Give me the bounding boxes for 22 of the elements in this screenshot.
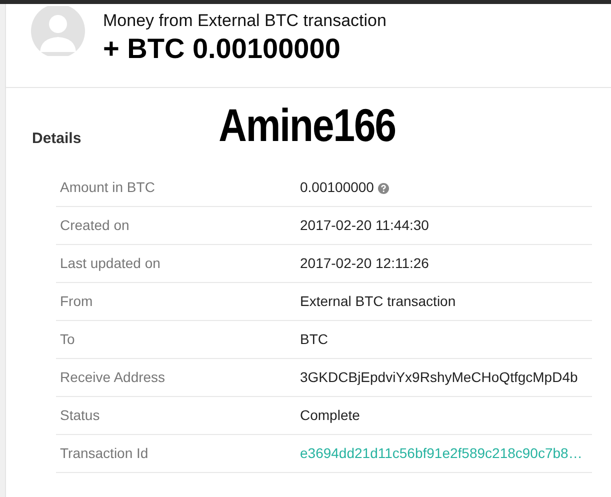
field-label: Amount in BTC	[59, 178, 156, 196]
field-label: From	[59, 292, 94, 310]
field-value: 3GKDCBjEpdviYx9RshyMeCHoQtfgcMpD4b	[300, 368, 578, 387]
field-label: To	[59, 330, 76, 348]
field-value: 2017-02-20 11:44:30	[300, 216, 429, 234]
avatar-icon	[31, 6, 85, 56]
field-value: Complete	[300, 406, 360, 425]
transaction-link[interactable]: e3694dd21d11c56bf91e2f589c218c90c7b8…	[300, 442, 582, 464]
field-value: 0.00100000	[300, 178, 374, 196]
section-heading: Details	[32, 129, 82, 149]
field-value: External BTC transaction	[300, 292, 456, 310]
transaction-title: Money from External BTC transaction	[103, 10, 386, 32]
field-label: Receive Address	[59, 368, 166, 386]
field-label: Transaction Id	[59, 444, 150, 462]
field-value: BTC	[300, 330, 328, 348]
help-icon[interactable]	[378, 182, 389, 194]
field-label: Last updated on	[59, 254, 162, 273]
field-label: Created on	[59, 216, 130, 234]
transaction-amount: + BTC 0.00100000	[103, 32, 342, 66]
overlay-text: Amine166	[218, 98, 396, 153]
field-value: 2017-02-20 12:11:26	[300, 254, 429, 272]
field-label: Status	[59, 406, 101, 424]
